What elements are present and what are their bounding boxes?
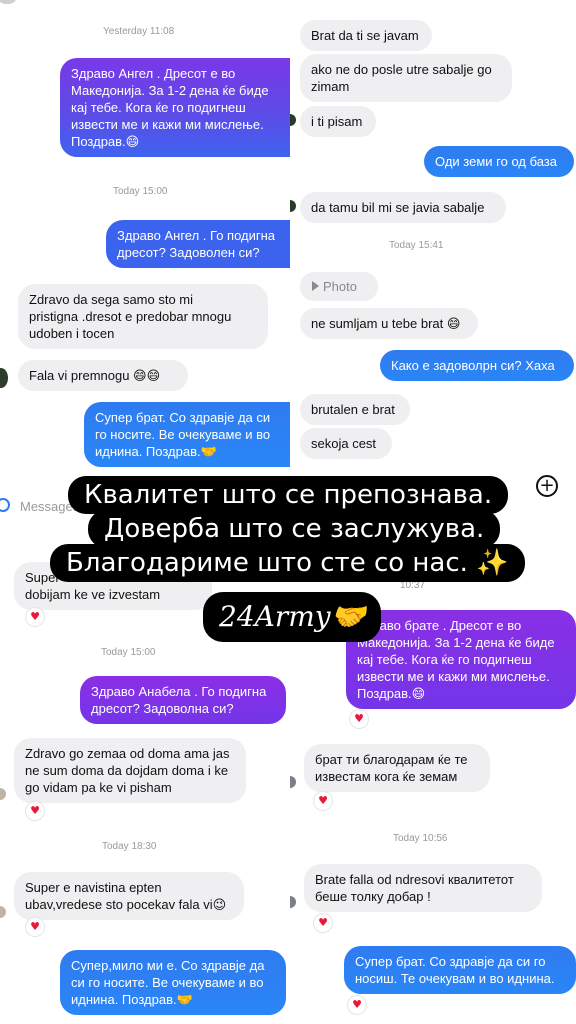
timestamp: Today 10:56	[393, 833, 448, 844]
outgoing-message[interactable]: Здраво Ангел . Го подигна дресот? Задово…	[106, 220, 290, 268]
slogan-line-2: Доверба што се заслужува.	[88, 510, 501, 548]
incoming-message[interactable]: ne sumljam u tebe brat 😄	[300, 308, 478, 339]
contact-avatar	[290, 896, 296, 908]
timestamp: Today 15:41	[389, 240, 444, 251]
slogan-line-3: Благодариме што сте со нас. ✨	[50, 544, 525, 582]
testimonial-collage: Yesterday 11:08 Здраво Ангел . Дресот е …	[0, 0, 576, 1024]
contact-avatar	[0, 906, 6, 918]
incoming-message[interactable]: i ti pisam	[300, 106, 376, 137]
outgoing-message[interactable]: Супер брат. Со здравје да си го носиш. Т…	[344, 946, 576, 994]
heart-reaction-icon[interactable]: ♥	[26, 608, 44, 626]
photo-attachment[interactable]: Photo	[300, 272, 378, 301]
brand-signature: 24Army🤝	[203, 592, 382, 642]
incoming-message[interactable]: Zdravo da sega samo sto mi pristigna .dr…	[18, 284, 268, 349]
heart-reaction-icon[interactable]: ♥	[314, 914, 332, 932]
heart-reaction-icon[interactable]: ♥	[26, 918, 44, 936]
timestamp: Today 15:00	[101, 647, 156, 658]
timestamp: Yesterday 11:08	[103, 26, 175, 37]
heart-reaction-icon[interactable]: ♥	[348, 996, 366, 1014]
contact-avatar	[0, 0, 18, 4]
contact-avatar	[290, 114, 296, 126]
add-icon[interactable]: +	[536, 475, 558, 497]
incoming-message[interactable]: ako ne do posle utre sabalje go zimam	[300, 54, 512, 102]
contact-avatar	[0, 788, 6, 800]
incoming-message[interactable]: Fala vi premnogu 😄😄	[18, 360, 188, 391]
timestamp: Today 18:30	[102, 841, 157, 852]
incoming-message[interactable]: брат ти благодарам ќе те известам кога ќ…	[304, 744, 490, 792]
chat-panel-top-left: Yesterday 11:08 Здраво Ангел . Дресот е …	[0, 0, 290, 540]
outgoing-message[interactable]: Оди земи го од база	[424, 146, 574, 177]
chat-panel-top-right: Brat da ti se javam ako ne do posle utre…	[290, 0, 576, 540]
outgoing-message[interactable]: Супер,мило ми е. Со здравје да си го нос…	[60, 950, 286, 1015]
camera-icon[interactable]	[0, 498, 10, 512]
incoming-message[interactable]: Brat da ti se javam	[300, 20, 432, 51]
incoming-message[interactable]: sekoja cest	[300, 428, 392, 459]
contact-avatar	[290, 200, 296, 212]
outgoing-message[interactable]: Здраво Ангел . Дресот е во Македонија. З…	[60, 58, 290, 157]
contact-avatar	[0, 368, 8, 388]
heart-reaction-icon[interactable]: ♥	[314, 792, 332, 810]
play-icon	[312, 281, 319, 291]
incoming-message[interactable]: Super e navistina epten ubav,vredese sto…	[14, 872, 244, 920]
heart-reaction-icon[interactable]: ♥	[26, 802, 44, 820]
outgoing-message[interactable]: Здраво Анабела . Го подигна дресот? Задо…	[80, 676, 286, 724]
contact-avatar	[290, 776, 296, 788]
incoming-message[interactable]: brutalen e brat	[300, 394, 410, 425]
outgoing-message[interactable]: Супер брат. Со здравје да си го носите. …	[84, 402, 290, 467]
outgoing-message[interactable]: Како е задоволрн си? Хаха	[380, 350, 574, 381]
incoming-message[interactable]: da tamu bil mi se javia sabalje	[300, 192, 506, 223]
incoming-message[interactable]: Zdravo go zemaa od doma ama jas ne sum d…	[14, 738, 246, 803]
photo-label: Photo	[323, 279, 357, 294]
incoming-message[interactable]: Brate falla od ndresovi квалитетот беше …	[304, 864, 542, 912]
slogan-line-1: Квалитет што се препознава.	[68, 476, 509, 514]
timestamp: Today 15:00	[113, 186, 168, 197]
heart-reaction-icon[interactable]: ♥	[350, 710, 368, 728]
